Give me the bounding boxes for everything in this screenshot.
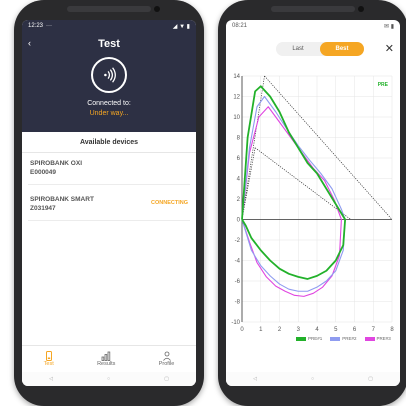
x-tick-label: 0 — [240, 327, 244, 333]
y-tick-label: 12 — [233, 95, 240, 101]
back-key[interactable]: ◁ — [49, 376, 53, 382]
legend-label: PRE#2 — [342, 336, 357, 341]
y-tick-label: 0 — [237, 218, 241, 224]
legend-item-pre2: PRE#2 — [330, 336, 357, 341]
toggle-best[interactable]: Best — [320, 42, 364, 56]
nav-results-label: Results — [97, 361, 116, 367]
status-icons: ◢ ▼ ▮ — [172, 24, 190, 30]
y-tick-label: 4 — [237, 177, 241, 183]
reference-line — [264, 75, 393, 220]
status-dots: ··· — [46, 23, 53, 29]
status-bar: 12:23 ··· ◢ ▼ ▮ — [28, 23, 190, 33]
status-time: 12:23 — [28, 23, 44, 29]
front-camera — [154, 6, 160, 12]
legend-label: PRE#3 — [376, 336, 391, 341]
x-tick-label: 8 — [390, 327, 394, 333]
nav-test-label: Test — [43, 361, 54, 367]
reference-line — [254, 147, 351, 220]
chart-corner-label: PRE — [378, 82, 389, 88]
front-camera — [358, 6, 364, 12]
chart-legend: PRE#1 PRE#2 PRE#3 — [296, 336, 391, 341]
recents-key[interactable]: ▢ — [368, 376, 373, 382]
bottom-nav: Test Results Profile — [22, 345, 196, 372]
section-title: Available devices — [22, 132, 196, 153]
x-tick-label: 3 — [297, 327, 301, 333]
person-icon — [162, 351, 171, 361]
device-serial: Z031947 — [30, 205, 56, 212]
device-item-smart[interactable]: SPIROBANK SMART Z031947 CONNECTING — [28, 190, 190, 221]
y-tick-label: 10 — [233, 115, 240, 121]
speaker-grille — [271, 6, 355, 12]
back-key[interactable]: ◁ — [253, 376, 257, 382]
phone-icon — [45, 351, 52, 361]
device-name: SPIROBANK SMART — [30, 196, 94, 203]
bar-chart-icon — [101, 351, 111, 361]
connecting-badge: CONNECTING — [151, 200, 188, 206]
test-screen: 12:23 ··· ◢ ▼ ▮ ‹ Test Connected to: Und… — [22, 20, 196, 386]
y-tick-label: 8 — [237, 136, 241, 142]
legend-swatch — [364, 336, 375, 341]
results-screen: 08:21 ✉ ▮ Last Best ✕ 0 1 2 3 4 5 6 7 8 14 12 10 8 6 4… — [226, 20, 400, 386]
header: 12:23 ··· ◢ ▼ ▮ ‹ Test Connected to: Und… — [22, 20, 196, 132]
x-tick-label: 4 — [315, 327, 319, 333]
legend-item-pre3: PRE#3 — [364, 336, 391, 341]
status-time: 08:21 — [232, 23, 248, 29]
series-line-pre1 — [241, 85, 347, 280]
y-tick-label: -4 — [235, 259, 241, 265]
left-phone: 12:23 ··· ◢ ▼ ▮ ‹ Test Connected to: Und… — [14, 0, 204, 406]
device-item-oxi[interactable]: SPIROBANK OXI E000049 — [28, 154, 190, 185]
home-key[interactable]: ○ — [311, 376, 314, 382]
legend-label: PRE#1 — [308, 336, 323, 341]
y-tick-label: -2 — [235, 238, 241, 244]
x-tick-label: 6 — [353, 327, 357, 333]
device-name: SPIROBANK OXI — [30, 160, 83, 167]
status-icons: ✉ ▮ — [384, 24, 394, 30]
right-phone: 08:21 ✉ ▮ Last Best ✕ 0 1 2 3 4 5 6 7 8 14 12 10 8 6 4… — [218, 0, 406, 406]
y-tick-label: 14 — [233, 74, 240, 80]
system-nav: ◁ ○ ▢ — [226, 372, 400, 386]
legend-item-pre1: PRE#1 — [296, 336, 322, 341]
nav-profile[interactable]: Profile — [158, 351, 175, 367]
y-tick-label: 2 — [237, 197, 241, 203]
toggle-last[interactable]: Last — [276, 42, 320, 56]
speaker-grille — [67, 6, 151, 12]
page-title: Test — [98, 38, 120, 50]
x-tick-label: 1 — [259, 327, 263, 333]
device-serial: E000049 — [30, 169, 57, 176]
y-tick-label: -6 — [235, 279, 241, 285]
close-icon[interactable]: ✕ — [385, 42, 394, 55]
y-tick-label: -10 — [231, 320, 240, 326]
system-nav: ◁ ○ ▢ — [22, 372, 196, 386]
contactless-icon — [91, 57, 127, 93]
legend-swatch — [330, 336, 341, 341]
home-key[interactable]: ○ — [107, 376, 110, 382]
recents-key[interactable]: ▢ — [164, 376, 169, 382]
flow-volume-chart: 0 1 2 3 4 5 6 7 814121086420-2-4-6-8-10PRE — [231, 74, 394, 333]
connection-state: Under way... — [89, 110, 129, 117]
last-best-toggle: Last Best — [276, 42, 364, 56]
nav-profile-label: Profile — [158, 361, 175, 367]
nav-test[interactable]: Test — [44, 351, 54, 367]
connected-label: Connected to: — [87, 100, 131, 107]
x-tick-label: 7 — [372, 327, 376, 333]
y-tick-label: -8 — [235, 300, 241, 306]
x-tick-label: 5 — [334, 327, 338, 333]
legend-swatch — [296, 336, 306, 341]
status-bar: 08:21 ✉ ▮ — [232, 23, 394, 33]
y-tick-label: 6 — [237, 156, 241, 162]
nav-results[interactable]: Results — [97, 351, 115, 367]
x-tick-label: 2 — [278, 327, 282, 333]
